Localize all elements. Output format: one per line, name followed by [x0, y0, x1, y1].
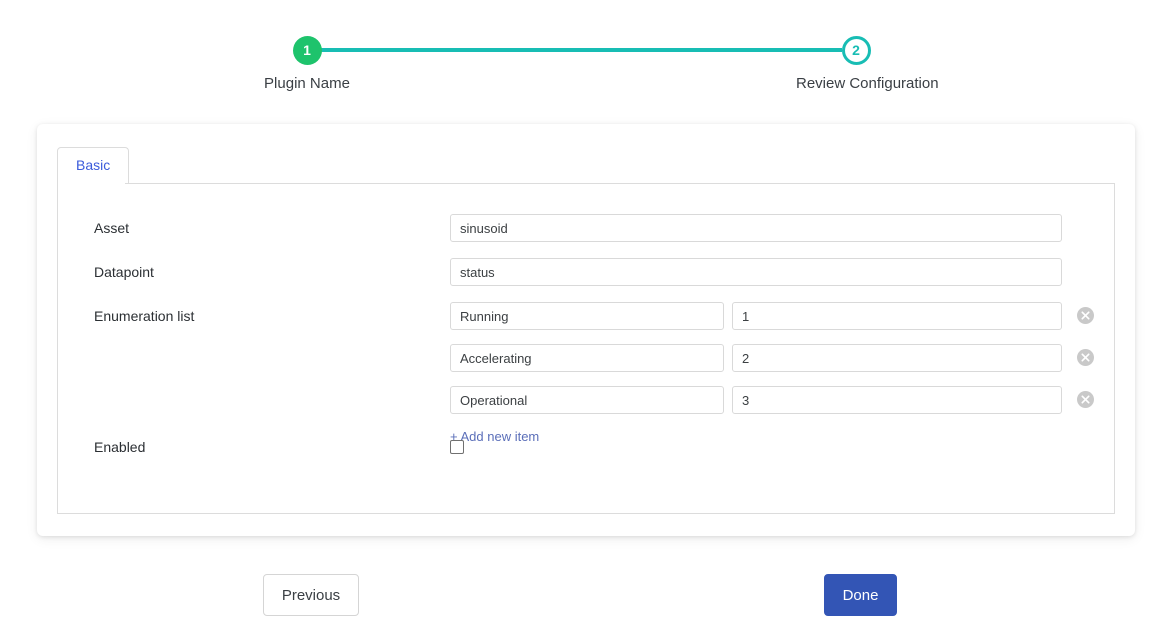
enumeration-key-input[interactable] — [450, 386, 724, 414]
enumeration-list-label: Enumeration list — [94, 308, 195, 324]
stepper-step-1[interactable]: 1 Plugin Name — [247, 36, 367, 92]
done-button[interactable]: Done — [824, 574, 897, 616]
enumeration-item-row — [450, 302, 1094, 330]
tab-active-mask — [58, 182, 125, 184]
asset-label: Asset — [94, 220, 130, 236]
tab-panel-basic: Asset Datapoint Enumeration list — [57, 183, 1115, 514]
enumeration-item-row — [450, 386, 1094, 414]
configuration-card: Basic Asset Datapoint Enumeration list — [37, 124, 1135, 536]
enabled-checkbox[interactable] — [450, 440, 464, 454]
enabled-label: Enabled — [94, 439, 146, 455]
enumeration-key-input[interactable] — [450, 344, 724, 372]
datapoint-field-wrap — [450, 258, 1062, 286]
close-circle-icon[interactable] — [1077, 391, 1094, 408]
asset-input[interactable] — [450, 214, 1062, 242]
wizard-footer: Previous Done — [0, 574, 1170, 616]
previous-button[interactable]: Previous — [263, 574, 359, 616]
enabled-field-wrap — [450, 440, 464, 454]
stepper-step-1-label: Plugin Name — [264, 75, 350, 92]
stepper-connector-line — [321, 48, 842, 52]
enumeration-value-input[interactable] — [732, 344, 1062, 372]
enumeration-value-input[interactable] — [732, 386, 1062, 414]
enumeration-item-row — [450, 344, 1094, 372]
enumeration-key-input[interactable] — [450, 302, 724, 330]
enumeration-value-input[interactable] — [732, 302, 1062, 330]
wizard-stepper: 1 Plugin Name 2 Review Configuration — [0, 0, 1170, 108]
stepper-step-2-label: Review Configuration — [796, 75, 939, 92]
datapoint-label: Datapoint — [94, 264, 154, 280]
enumeration-list-rows: + Add new item — [450, 302, 1094, 444]
stepper-step-2[interactable]: 2 Review Configuration — [796, 36, 939, 92]
tab-bar: Basic — [57, 147, 130, 183]
stepper-step-2-bubble: 2 — [841, 36, 871, 65]
datapoint-input[interactable] — [450, 258, 1062, 286]
tab-basic[interactable]: Basic — [57, 147, 130, 183]
stepper-step-1-bubble: 1 — [292, 36, 322, 65]
asset-field-wrap — [450, 214, 1062, 242]
close-circle-icon[interactable] — [1077, 307, 1094, 324]
close-circle-icon[interactable] — [1077, 349, 1094, 366]
